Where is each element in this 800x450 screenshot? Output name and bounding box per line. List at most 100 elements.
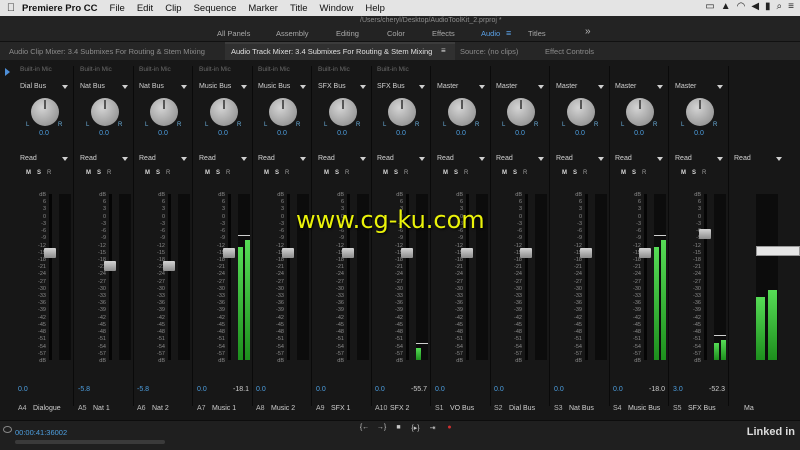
pan-value[interactable]: 0.0	[76, 130, 132, 137]
automation-mode-dropdown[interactable]: Read	[496, 155, 544, 166]
output-route-dropdown[interactable]: Master	[615, 83, 663, 94]
automation-mode-dropdown[interactable]: Read	[258, 155, 306, 166]
airplay-icon[interactable]: ▲	[721, 1, 731, 12]
pan-knob[interactable]	[91, 98, 119, 126]
pan-value[interactable]: 0.0	[135, 130, 191, 137]
input-dropdown[interactable]	[437, 66, 485, 77]
volume-fader[interactable]	[163, 261, 175, 271]
pan-knob[interactable]	[567, 98, 595, 126]
pan-knob[interactable]	[448, 98, 476, 126]
pan-knob[interactable]	[269, 98, 297, 126]
volume-icon[interactable]: ◀	[751, 1, 759, 12]
mute-solo-record-buttons[interactable]: MSR	[26, 170, 57, 176]
workspace-assembly[interactable]: Assembly	[276, 29, 309, 38]
go-to-out-button[interactable]: →}	[375, 424, 388, 435]
input-dropdown[interactable]: Built-in Mic	[258, 66, 306, 77]
output-route-dropdown[interactable]: Dial Bus	[20, 83, 68, 94]
menu-help[interactable]: Help	[365, 3, 385, 14]
pan-value[interactable]: 0.0	[552, 130, 608, 137]
menu-clip[interactable]: Clip	[165, 3, 181, 14]
mute-solo-record-buttons[interactable]: MSR	[383, 170, 414, 176]
volume-value[interactable]: -5.8	[78, 386, 90, 393]
input-dropdown[interactable]: Built-in Mic	[318, 66, 366, 77]
automation-mode-dropdown[interactable]: Read	[675, 155, 723, 166]
volume-value[interactable]: 0.0	[256, 386, 266, 393]
volume-value[interactable]: 0.0	[554, 386, 564, 393]
input-dropdown[interactable]: Built-in Mic	[139, 66, 187, 77]
mute-solo-record-buttons[interactable]: MSR	[324, 170, 355, 176]
apple-icon[interactable]: 	[0, 2, 22, 14]
volume-fader[interactable]	[699, 229, 711, 239]
output-route-dropdown[interactable]: Master	[437, 83, 485, 94]
automation-mode-dropdown[interactable]: Read	[734, 155, 782, 166]
mute-solo-record-buttons[interactable]: MSR	[443, 170, 474, 176]
volume-value[interactable]: 0.0	[613, 386, 623, 393]
automation-mode-dropdown[interactable]: Read	[20, 155, 68, 166]
output-route-dropdown[interactable]: Nat Bus	[80, 83, 128, 94]
pan-knob[interactable]	[210, 98, 238, 126]
volume-value[interactable]: -5.8	[137, 386, 149, 393]
automation-mode-dropdown[interactable]: Read	[199, 155, 247, 166]
automation-mode-dropdown[interactable]: Read	[318, 155, 366, 166]
volume-fader[interactable]	[223, 248, 235, 258]
workspace-all-panels[interactable]: All Panels	[217, 29, 250, 38]
mute-solo-record-buttons[interactable]: MSR	[86, 170, 117, 176]
pan-value[interactable]: 0.0	[433, 130, 489, 137]
volume-fader[interactable]	[520, 248, 532, 258]
horizontal-scrollbar[interactable]	[15, 440, 165, 444]
input-dropdown[interactable]	[615, 66, 663, 77]
app-menu[interactable]: Premiere Pro CC	[22, 3, 98, 14]
pan-knob[interactable]	[686, 98, 714, 126]
automation-mode-dropdown[interactable]: Read	[377, 155, 425, 166]
automation-mode-dropdown[interactable]: Read	[80, 155, 128, 166]
mute-solo-record-buttons[interactable]: MSR	[264, 170, 295, 176]
pan-value[interactable]: 0.0	[195, 130, 251, 137]
workspace-editing[interactable]: Editing	[336, 29, 359, 38]
pan-value[interactable]: 0.0	[16, 130, 72, 137]
output-route-dropdown[interactable]: Music Bus	[199, 83, 247, 94]
wifi-icon[interactable]: ◠	[737, 1, 746, 12]
volume-value[interactable]: 0.0	[197, 386, 207, 393]
menu-edit[interactable]: Edit	[137, 3, 153, 14]
volume-fader[interactable]	[104, 261, 116, 271]
play-in-to-out-button[interactable]: {▸}	[409, 424, 422, 435]
input-dropdown[interactable]	[556, 66, 604, 77]
input-dropdown[interactable]: Built-in Mic	[20, 66, 68, 77]
list-icon[interactable]: ≡	[788, 1, 794, 12]
go-to-in-button[interactable]: {←	[358, 424, 371, 435]
volume-value[interactable]: 3.0	[673, 386, 683, 393]
automation-mode-dropdown[interactable]: Read	[139, 155, 187, 166]
pan-knob[interactable]	[31, 98, 59, 126]
workspace-menu-icon[interactable]: ≡	[506, 28, 511, 38]
menu-sequence[interactable]: Sequence	[194, 3, 237, 14]
automation-mode-dropdown[interactable]: Read	[556, 155, 604, 166]
search-icon[interactable]: ⌕	[777, 1, 783, 12]
popup-window[interactable]	[756, 246, 800, 256]
input-dropdown[interactable]	[675, 66, 723, 77]
menu-window[interactable]: Window	[320, 3, 354, 14]
output-route-dropdown[interactable]: Master	[556, 83, 604, 94]
pan-value[interactable]: 0.0	[314, 130, 370, 137]
menu-marker[interactable]: Marker	[248, 3, 278, 14]
tab-source[interactable]: Source: (no clips)	[460, 47, 518, 56]
volume-fader[interactable]	[342, 248, 354, 258]
tab-audio-clip-mixer[interactable]: Audio Clip Mixer: 3.4 Submixes For Routi…	[9, 47, 205, 56]
output-route-dropdown[interactable]: SFX Bus	[318, 83, 366, 94]
output-route-dropdown[interactable]: Music Bus	[258, 83, 306, 94]
volume-fader[interactable]	[461, 248, 473, 258]
output-route-dropdown[interactable]: Nat Bus	[139, 83, 187, 94]
volume-value[interactable]: 0.0	[494, 386, 504, 393]
volume-fader[interactable]	[580, 248, 592, 258]
pan-value[interactable]: 0.0	[254, 130, 310, 137]
mute-solo-record-buttons[interactable]: MSR	[681, 170, 712, 176]
input-dropdown[interactable]	[496, 66, 544, 77]
input-dropdown[interactable]: Built-in Mic	[80, 66, 128, 77]
mute-solo-record-buttons[interactable]: MSR	[205, 170, 236, 176]
workspace-audio[interactable]: Audio	[481, 29, 500, 38]
timecode[interactable]: 00:00:41:36002	[15, 428, 67, 437]
input-dropdown[interactable]: Built-in Mic	[377, 66, 425, 77]
eye-icon[interactable]	[3, 426, 12, 433]
output-route-dropdown[interactable]: SFX Bus	[377, 83, 425, 94]
panel-menu-icon[interactable]: ≡	[441, 46, 446, 55]
pan-value[interactable]: 0.0	[373, 130, 429, 137]
